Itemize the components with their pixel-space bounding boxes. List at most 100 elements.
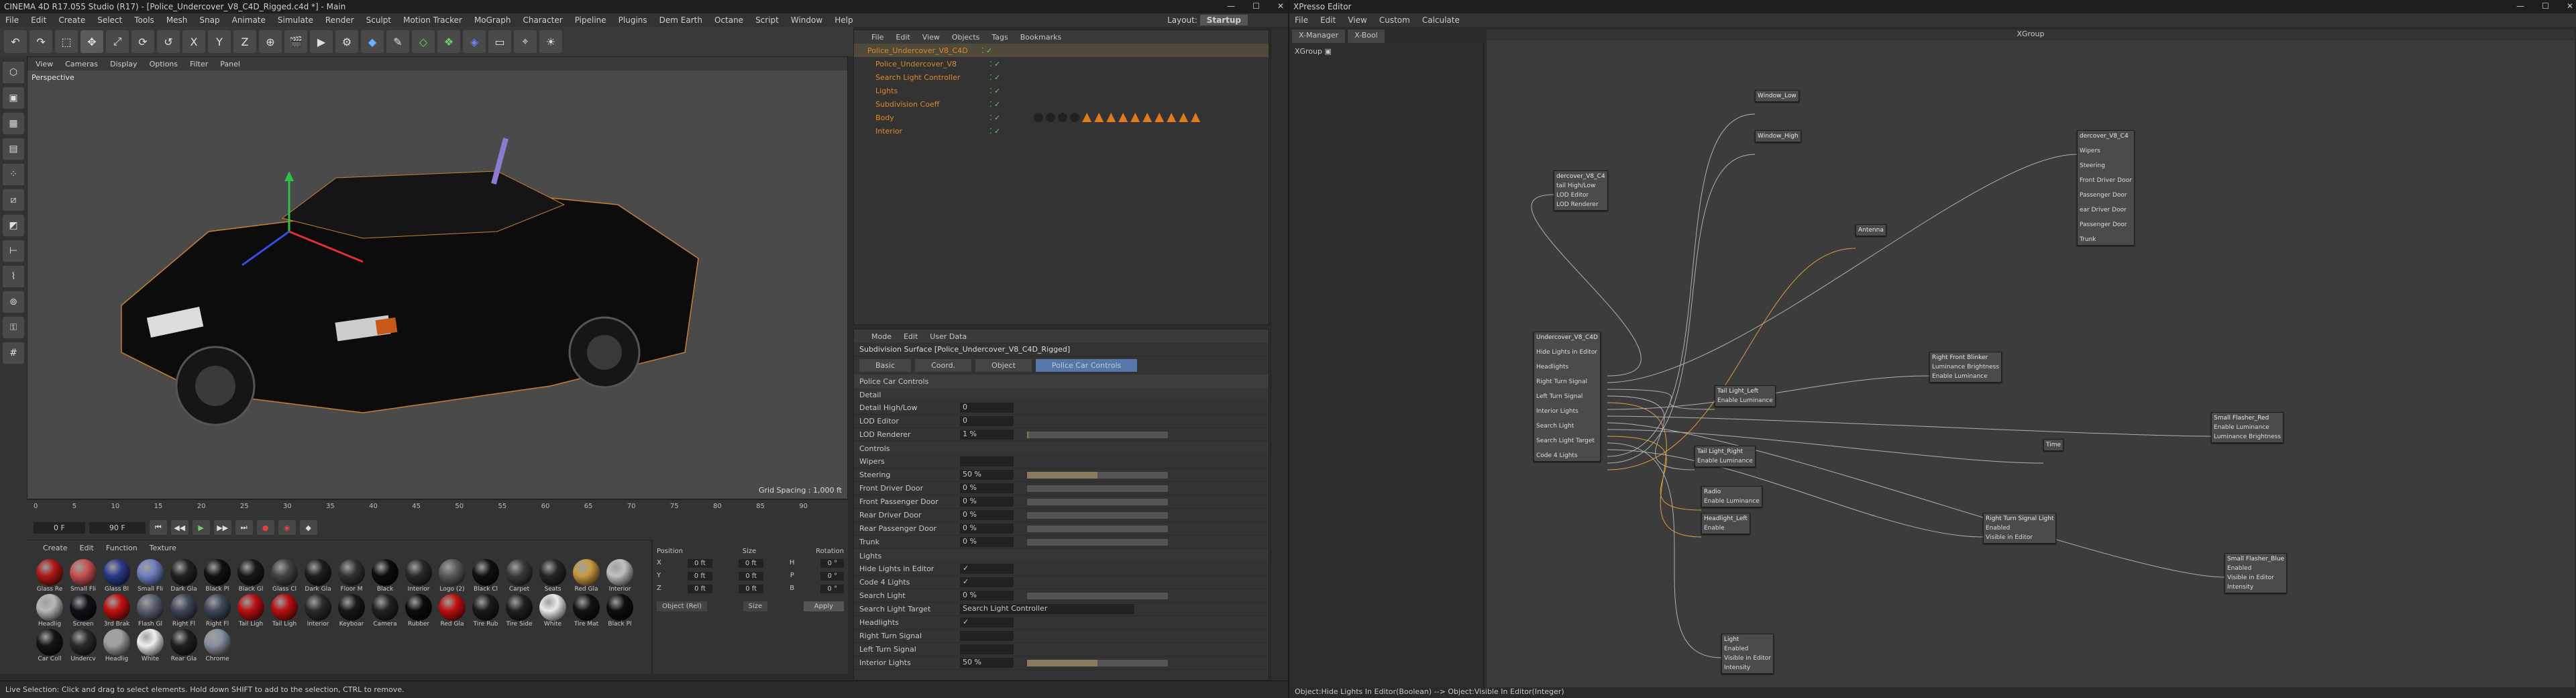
coord-field[interactable]: 0 ft [687, 559, 712, 568]
xpresso-node[interactable]: dercover_V8_C4 Wipers Steering Front Driver… [2077, 130, 2135, 246]
object-menu-objects[interactable]: Objects [952, 33, 980, 42]
node-port[interactable]: Enable Luminance [1717, 397, 1773, 405]
visibility-icon[interactable]: ⁚ ✓ [989, 60, 1000, 68]
texture-mode-icon[interactable]: ▦ [3, 113, 24, 134]
snap-icon[interactable]: ⊚ [3, 291, 24, 313]
material-swatch[interactable]: Tire Side [503, 594, 535, 628]
attribute-value[interactable]: 0 [960, 416, 1014, 426]
node-port[interactable]: Right Turn Signal [1536, 378, 1598, 386]
layout-selector[interactable]: Layout: Startup [1167, 15, 1248, 26]
model-mode-icon[interactable]: ▣ [3, 87, 24, 109]
object-menu-view[interactable]: View [922, 33, 940, 42]
material-menu-edit[interactable]: Edit [80, 544, 94, 552]
tag-icon[interactable] [1142, 113, 1152, 122]
xpresso-node[interactable]: Window_High [1755, 130, 1801, 142]
node-port[interactable]: Visible in Editor [1986, 534, 2053, 542]
attribute-value[interactable] [960, 644, 1014, 654]
material-swatch[interactable]: Flash Gl [134, 594, 166, 628]
node-port[interactable]: ear Driver Door [2080, 206, 2132, 214]
grid-icon[interactable]: # [3, 342, 24, 364]
node-port[interactable]: Passenger Door [2080, 221, 2132, 229]
node-port[interactable]: Enable [1704, 524, 1748, 532]
material-swatch[interactable]: Headlig [34, 594, 66, 628]
node-port[interactable]: Enable Luminance [1932, 372, 1999, 381]
tab-object[interactable]: Object [975, 359, 1032, 372]
object-row[interactable]: Lights ⁚ ✓ [854, 84, 1269, 97]
viewport[interactable]: View Cameras Display Options Filter Panel Per… [27, 56, 848, 499]
xpresso-node[interactable]: Tail Light_Left Enable Luminance [1715, 385, 1776, 407]
xpresso-node[interactable]: Tail Light_Right Enable Luminance [1695, 446, 1756, 467]
xpresso-node[interactable]: Window_Low [1755, 90, 1799, 102]
object-row[interactable]: Interior ⁚ ✓ [854, 124, 1269, 138]
material-swatch[interactable]: Chrome [201, 629, 233, 662]
xpresso-node[interactable]: Right Front Blinker Luminance Brightness E… [1929, 352, 2002, 383]
attribute-slider[interactable] [1027, 538, 1168, 546]
menu-item-character[interactable]: Character [523, 15, 562, 25]
material-swatch[interactable]: Floor M [335, 559, 368, 593]
material-swatch[interactable]: Camera [369, 594, 401, 628]
tag-icon[interactable] [1118, 113, 1128, 122]
node-port[interactable]: Enable Luminance [1704, 497, 1760, 505]
live-selection-icon[interactable]: ⬚ [55, 30, 78, 53]
start-frame[interactable]: 0 F [34, 521, 85, 534]
viewport-menu-cameras[interactable]: Cameras [65, 60, 98, 68]
xpresso-node[interactable]: Undercover_V8_C4D Hide Lights in Editor He… [1534, 332, 1601, 462]
menu-item-sculpt[interactable]: Sculpt [366, 15, 391, 25]
menu-item-file[interactable]: File [5, 15, 19, 25]
material-swatch[interactable]: Glass Cl [268, 559, 301, 593]
light-icon[interactable]: ☀ [539, 30, 562, 53]
material-swatch[interactable]: Tire Mat [570, 594, 602, 628]
close-icon[interactable]: ✕ [1277, 1, 1284, 11]
xpresso-node[interactable]: Small Flasher_Red Enable Luminance Luminan… [2211, 412, 2284, 443]
menu-item-dem-earth[interactable]: Dem Earth [659, 15, 702, 25]
viewport-menu-filter[interactable]: Filter [190, 60, 208, 68]
visibility-icon[interactable]: ⁚ ✓ [989, 100, 1000, 109]
node-port[interactable]: LOD Renderer [1556, 201, 1605, 209]
node-port[interactable]: Visible in Editor [2227, 574, 2284, 582]
floor-icon[interactable]: ▭ [488, 30, 511, 53]
attribute-value[interactable]: 1 % [960, 430, 1014, 440]
xpresso-node[interactable]: Radio Enable Luminance [1701, 486, 1762, 507]
material-swatch[interactable]: Black Pl [604, 594, 636, 628]
goto-end-icon[interactable]: ⏭ [235, 520, 253, 535]
attribute-value[interactable]: ✓ [960, 617, 1014, 628]
attribute-slider[interactable] [1027, 592, 1168, 599]
coordinate-system-icon[interactable]: ⊕ [259, 30, 282, 53]
menu-item-pipeline[interactable]: Pipeline [575, 15, 606, 25]
viewport-menu-options[interactable]: Options [150, 60, 178, 68]
coord-size-select[interactable]: Size [743, 601, 768, 611]
xpresso-tab-x-bool[interactable]: X-Bool [1348, 30, 1385, 43]
coord-field[interactable]: B [790, 585, 794, 593]
y-axis-icon[interactable]: Y [208, 30, 231, 53]
xpresso-node[interactable]: Antenna [1856, 224, 1886, 236]
xpresso-menu-edit[interactable]: Edit [1320, 15, 1336, 25]
xgroup-item[interactable]: XGroup ▣ [1289, 43, 1483, 60]
tag-icon[interactable] [1179, 113, 1189, 122]
material-swatch[interactable]: Headlig [101, 629, 133, 662]
tag-icon[interactable] [1058, 113, 1068, 122]
material-swatch[interactable]: Interior [402, 559, 435, 593]
array-icon[interactable]: ❖ [437, 30, 460, 53]
node-port[interactable]: Visible in Editor [1724, 654, 1771, 662]
material-swatch[interactable]: Dark Gla [302, 559, 334, 593]
tab-police-car-controls[interactable]: Police Car Controls [1035, 359, 1138, 372]
menu-item-create[interactable]: Create [58, 15, 85, 25]
attribute-value[interactable]: 0 % [960, 524, 1014, 534]
coord-field[interactable]: 0 ° [820, 559, 844, 568]
attribute-menu-mode[interactable]: Mode [871, 332, 892, 341]
attribute-value[interactable]: 0 % [960, 537, 1014, 547]
attribute-slider[interactable] [1027, 471, 1168, 479]
menu-item-snap[interactable]: Snap [199, 15, 219, 25]
material-swatch[interactable]: Undercv [67, 629, 99, 662]
render-picture-icon[interactable]: ▶ [310, 30, 333, 53]
xpresso-canvas[interactable]: XGroup Undercover_V8_C4D Hide Lights in E… [1487, 30, 2575, 689]
make-editable-icon[interactable]: ⬡ [3, 62, 24, 83]
node-port[interactable]: Wipers [2080, 147, 2132, 155]
attribute-value[interactable]: 50 % [960, 658, 1014, 668]
record-icon[interactable]: ● [256, 520, 274, 535]
attribute-slider[interactable] [1027, 485, 1168, 492]
tweak-icon[interactable]: ⌇ [3, 266, 24, 287]
material-swatch[interactable]: Keyboar [335, 594, 368, 628]
material-menu-create[interactable]: Create [43, 544, 68, 552]
attribute-value[interactable]: Search Light Controller [960, 604, 1134, 614]
